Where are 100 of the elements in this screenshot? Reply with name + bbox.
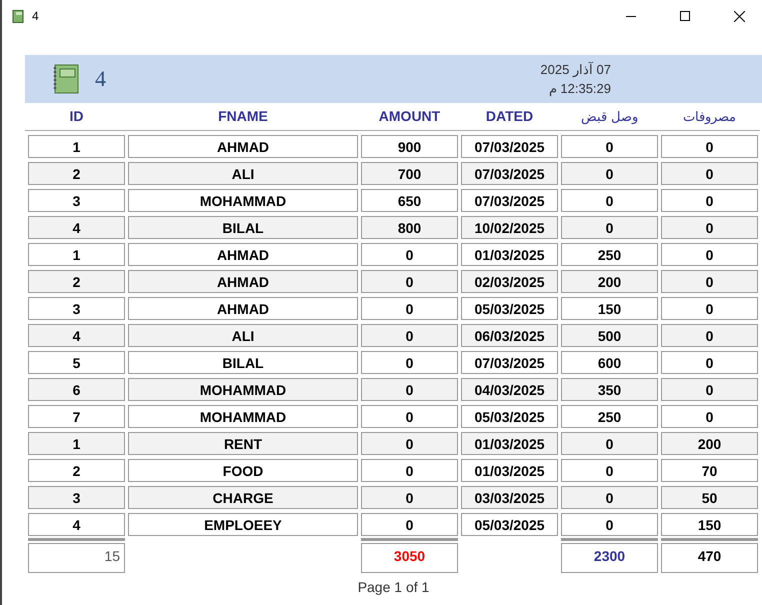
- table-cell: 0: [561, 513, 658, 536]
- table-cell: 0: [561, 216, 658, 239]
- table-cell: AHMAD: [128, 297, 358, 320]
- column-header: ID: [68, 108, 84, 124]
- column-header: FNAME: [217, 108, 269, 124]
- table-cell: 0: [361, 351, 458, 374]
- table-cell: 2: [28, 162, 125, 185]
- table-cell: 06/03/2025: [461, 324, 558, 347]
- table-cell: 0: [361, 243, 458, 266]
- table-cell: AHMAD: [128, 243, 358, 266]
- table-cell: 4: [28, 513, 125, 536]
- table-cell: 0: [661, 162, 758, 185]
- table-cell: 3: [28, 297, 125, 320]
- table-cell: 250: [561, 405, 658, 428]
- table-cell: 07/03/2025: [461, 135, 558, 158]
- table-cell: 4: [28, 324, 125, 347]
- column-header: DATED: [484, 108, 534, 124]
- table-cell: 05/03/2025: [461, 297, 558, 320]
- table-cell: 700: [361, 162, 458, 185]
- column-header: وصل قبض: [580, 108, 639, 124]
- table-cell: 05/03/2025: [461, 513, 558, 536]
- table-cell: 6: [28, 378, 125, 401]
- notebook-icon: [12, 10, 24, 22]
- table-cell: 150: [661, 513, 758, 536]
- table-cell: 800: [361, 216, 458, 239]
- table-cell: 1: [28, 432, 125, 455]
- table-cell: 0: [561, 189, 658, 212]
- total-cell: 470: [661, 543, 758, 573]
- table-cell: 900: [361, 135, 458, 158]
- column-header: AMOUNT: [378, 108, 442, 124]
- table-cell: AHMAD: [128, 270, 358, 293]
- table-cell: 04/03/2025: [461, 378, 558, 401]
- table-cell: 0: [361, 270, 458, 293]
- page-number: Page 1 of 1: [358, 579, 430, 595]
- table-cell: 200: [561, 270, 658, 293]
- table-cell: 5: [28, 351, 125, 374]
- table-cell: 3: [28, 486, 125, 509]
- report-time: 12:35:29 م: [548, 81, 611, 96]
- table-cell: 0: [361, 378, 458, 401]
- table-cell: FOOD: [128, 459, 358, 482]
- table-cell: 0: [361, 405, 458, 428]
- maximize-icon: [680, 11, 690, 21]
- table-cell: 02/03/2025: [461, 270, 558, 293]
- close-icon: [734, 10, 744, 22]
- table-cell: 0: [561, 459, 658, 482]
- total-cell: 3050: [361, 543, 458, 573]
- table-cell: 1: [28, 243, 125, 266]
- table-cell: 0: [661, 135, 758, 158]
- total-cell: 15: [28, 543, 125, 573]
- table-cell: 0: [661, 351, 758, 374]
- table-cell: 0: [561, 162, 658, 185]
- table-cell: MOHAMMAD: [128, 405, 358, 428]
- table-cell: 50: [661, 486, 758, 509]
- table-cell: ALI: [128, 162, 358, 185]
- table-cell: 7: [28, 405, 125, 428]
- table-cell: 500: [561, 324, 658, 347]
- notebook-icon: [51, 64, 81, 94]
- table-cell: 0: [561, 135, 658, 158]
- table-cell: 01/03/2025: [461, 459, 558, 482]
- table-cell: 0: [661, 270, 758, 293]
- table-cell: MOHAMMAD: [128, 189, 358, 212]
- table-cell: 10/02/2025: [461, 216, 558, 239]
- table-cell: MOHAMMAD: [128, 378, 358, 401]
- table-cell: 2: [28, 459, 125, 482]
- table-cell: 70: [661, 459, 758, 482]
- table-cell: 0: [661, 405, 758, 428]
- table-cell: 07/03/2025: [461, 162, 558, 185]
- table-cell: 0: [561, 432, 658, 455]
- table-cell: 0: [661, 297, 758, 320]
- table-cell: 05/03/2025: [461, 405, 558, 428]
- table-cell: 0: [361, 432, 458, 455]
- table-cell: 650: [361, 189, 458, 212]
- column-header: مصروفات: [682, 108, 737, 124]
- table-cell: 350: [561, 378, 658, 401]
- table-cell: 0: [361, 459, 458, 482]
- table-cell: 0: [661, 216, 758, 239]
- table-cell: 0: [361, 486, 458, 509]
- table-cell: 4: [28, 216, 125, 239]
- table-cell: 0: [361, 324, 458, 347]
- table-cell: 0: [361, 513, 458, 536]
- total-cell: 2300: [561, 543, 658, 573]
- table-cell: 0: [661, 324, 758, 347]
- table-cell: 2: [28, 270, 125, 293]
- table-cell: ALI: [128, 324, 358, 347]
- table-cell: 0: [361, 297, 458, 320]
- table-cell: 200: [661, 432, 758, 455]
- table-cell: 07/03/2025: [461, 189, 558, 212]
- table-cell: EMPLOEEY: [128, 513, 358, 536]
- table-cell: 0: [661, 243, 758, 266]
- table-cell: 150: [561, 297, 658, 320]
- table-cell: AHMAD: [128, 135, 358, 158]
- report-date: 07 آذار 2025: [540, 62, 611, 77]
- table-cell: 0: [661, 378, 758, 401]
- table-cell: 01/03/2025: [461, 432, 558, 455]
- table-cell: 250: [561, 243, 658, 266]
- table-cell: 600: [561, 351, 658, 374]
- table-cell: 1: [28, 135, 125, 158]
- table-cell: 03/03/2025: [461, 486, 558, 509]
- table-cell: BILAL: [128, 351, 358, 374]
- table-cell: 07/03/2025: [461, 351, 558, 374]
